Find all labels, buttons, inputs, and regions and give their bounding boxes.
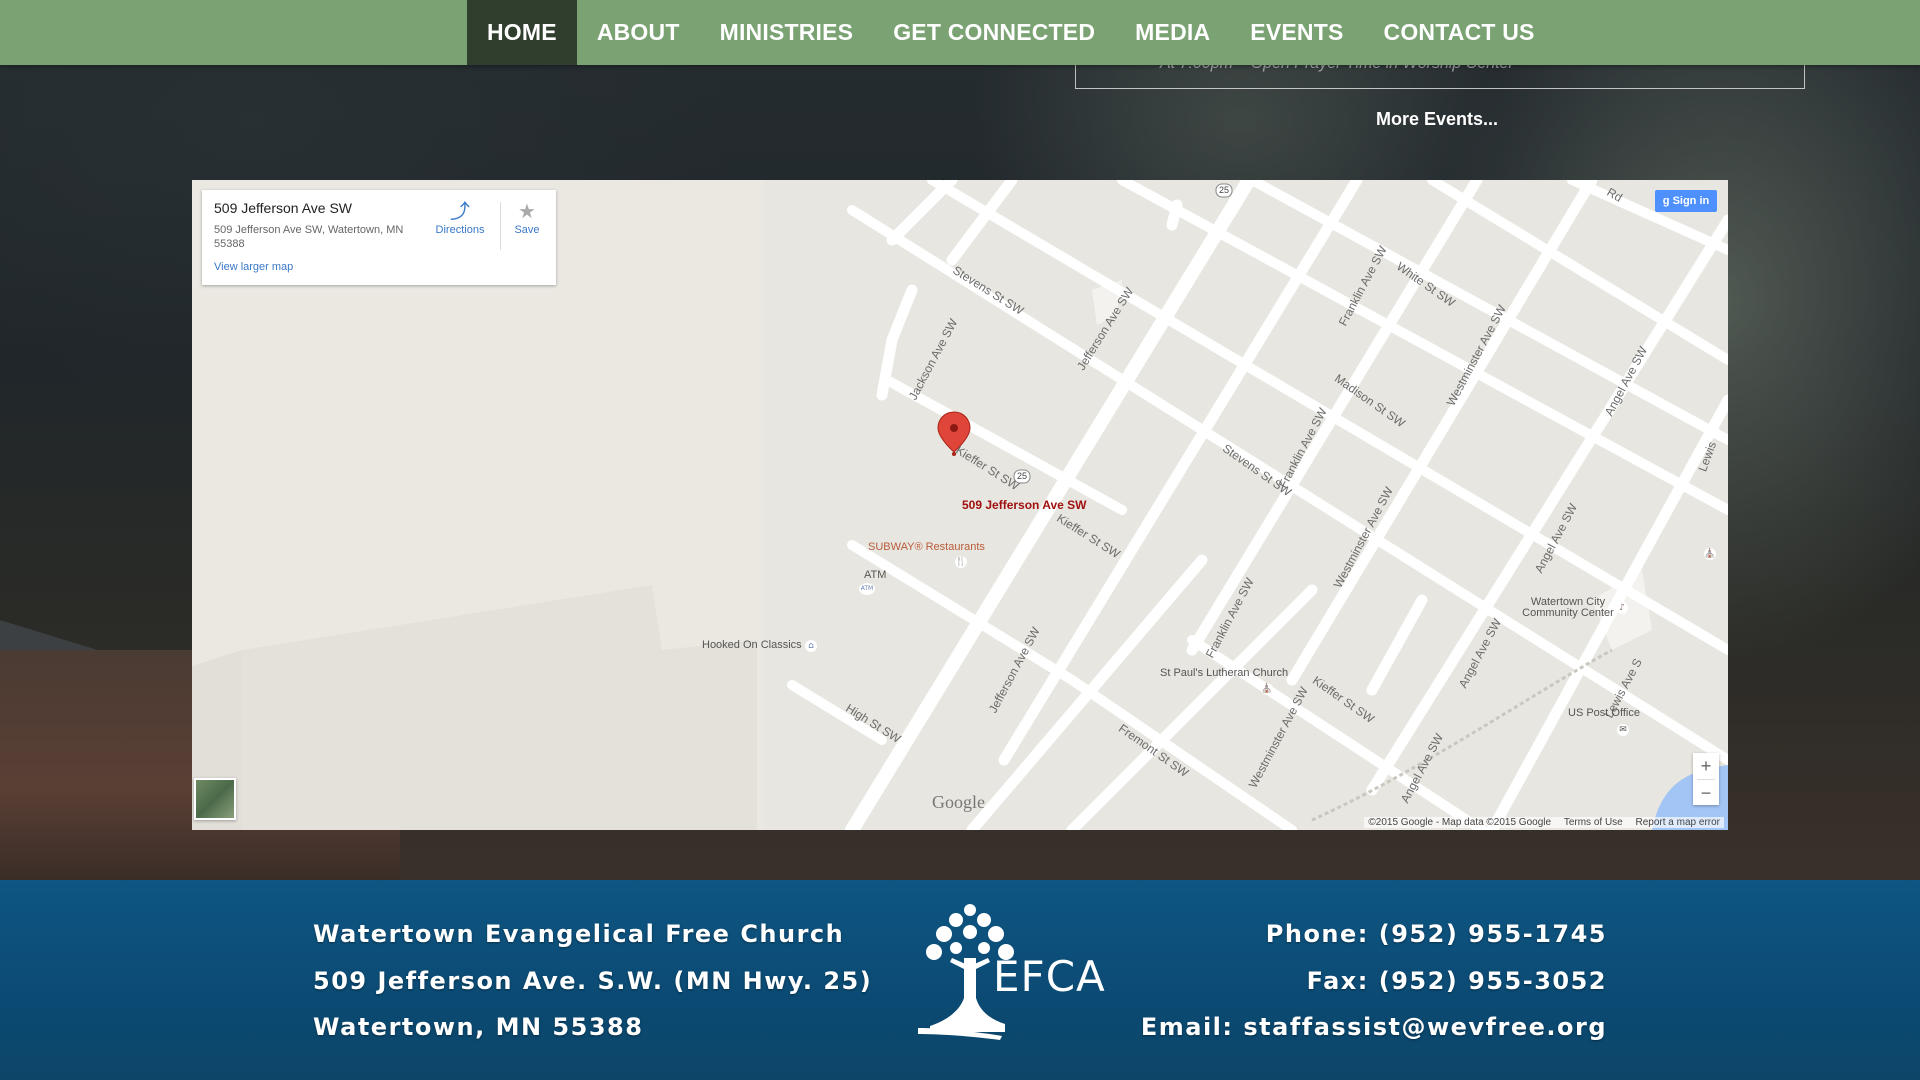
terms-link[interactable]: Terms of Use	[1564, 817, 1623, 828]
star-icon: ★	[518, 201, 536, 223]
nav-item-get-connected[interactable]: GET CONNECTED	[873, 0, 1115, 65]
save-button[interactable]: ★ Save	[507, 200, 547, 236]
map-marker-label[interactable]: 509 Jefferson Ave SW	[962, 498, 1087, 512]
efca-logo[interactable]: EFCA	[910, 902, 1110, 1042]
google-logo: Google	[932, 792, 985, 812]
info-card-address: 509 Jefferson Ave SW, Watertown, MN 5538…	[214, 224, 404, 250]
directions-icon: ⤴	[450, 201, 470, 223]
route-25-shield: 25	[1219, 185, 1230, 195]
restaurant-icon: 🍴	[955, 556, 967, 568]
nav-item-contact-us[interactable]: CONTACT US	[1364, 0, 1555, 65]
atm-icon: ATM	[859, 583, 875, 595]
view-larger-map-link[interactable]: View larger map	[214, 261, 293, 273]
report-error-link[interactable]: Report a map error	[1636, 817, 1720, 828]
info-card-title: 509 Jefferson Ave SW	[214, 200, 353, 216]
nav-item-media[interactable]: MEDIA	[1115, 0, 1230, 65]
map-sign-in-button[interactable]: g Sign in	[1655, 190, 1717, 212]
satellite-toggle[interactable]	[194, 778, 236, 820]
poi-community-center[interactable]: Watertown City Community Center	[1518, 597, 1618, 619]
church-icon: ⛪	[1261, 683, 1273, 695]
more-events-link[interactable]: More Events...	[1376, 109, 1498, 130]
email-text[interactable]: Email: staffassist@wevfree.org	[1141, 1013, 1607, 1041]
church-address: 509 Jefferson Ave. S.W. (MN Hwy. 25)	[313, 967, 873, 995]
google-map[interactable]: 25 25 Stevens St SW Jefferson Ave SW Jac…	[192, 180, 1728, 830]
phone-text: Phone: (952) 955-1745	[1265, 920, 1607, 948]
save-label: Save	[514, 224, 540, 236]
main-nav: HOME ABOUT MINISTRIES GET CONNECTED MEDI…	[0, 0, 1920, 65]
efca-logo-text: EFCA	[993, 952, 1106, 1001]
zoom-control: + −	[1693, 753, 1719, 805]
nav-list: HOME ABOUT MINISTRIES GET CONNECTED MEDI…	[467, 0, 1555, 65]
google-g-icon: g	[1662, 195, 1670, 207]
poi-hooked-on-classics[interactable]: Hooked On Classics	[702, 639, 802, 651]
site-footer: Watertown Evangelical Free Church 509 Je…	[0, 880, 1920, 1080]
directions-label: Directions	[435, 224, 485, 236]
church-icon: ⛪	[1704, 548, 1716, 560]
music-icon: ♪	[1616, 602, 1628, 614]
zoom-in-button[interactable]: +	[1693, 753, 1719, 779]
poi-subway[interactable]: SUBWAY® Restaurants	[868, 541, 985, 553]
nav-item-home[interactable]: HOME	[467, 0, 577, 65]
info-card-divider	[500, 202, 501, 250]
poi-st-pauls-lutheran[interactable]: St Paul's Lutheran Church	[1160, 667, 1288, 679]
poi-post-office[interactable]: US Post Office	[1568, 707, 1640, 719]
sign-in-label: Sign in	[1672, 195, 1710, 207]
nav-item-events[interactable]: EVENTS	[1230, 0, 1363, 65]
zoom-out-button[interactable]: −	[1693, 780, 1719, 806]
fax-text: Fax: (952) 955-3052	[1306, 967, 1607, 995]
mail-icon: ✉	[1617, 724, 1629, 736]
nav-item-about[interactable]: ABOUT	[577, 0, 700, 65]
map-attribution: ©2015 Google - Map data ©2015 Google Ter…	[1364, 817, 1724, 828]
church-city: Watertown, MN 55388	[313, 1013, 644, 1041]
shopping-icon: ⌂	[805, 640, 817, 652]
church-name: Watertown Evangelical Free Church	[313, 920, 845, 948]
nav-item-ministries[interactable]: MINISTRIES	[700, 0, 874, 65]
directions-button[interactable]: ⤴ Directions	[430, 200, 490, 236]
poi-atm[interactable]: ATM	[864, 569, 886, 581]
map-copyright: ©2015 Google - Map data ©2015 Google	[1368, 817, 1552, 828]
map-info-card: 509 Jefferson Ave SW 509 Jefferson Ave S…	[202, 190, 556, 285]
